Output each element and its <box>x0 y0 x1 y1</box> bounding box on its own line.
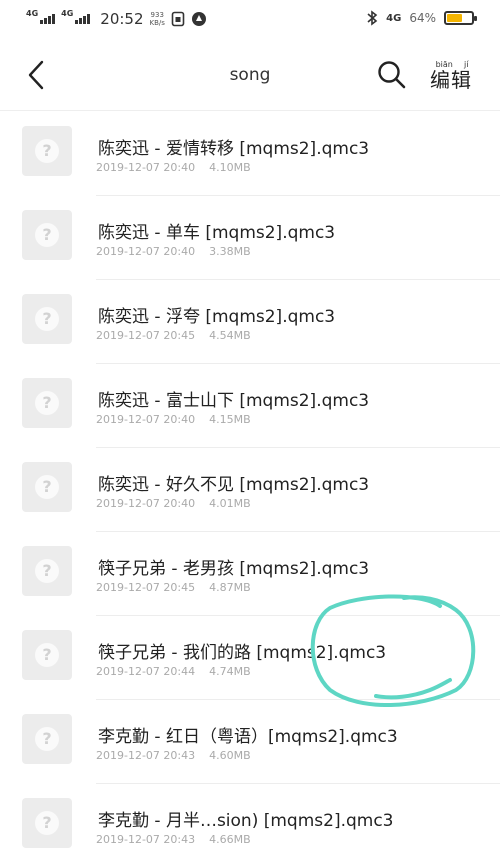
file-thumbnail: ? <box>22 126 72 176</box>
file-meta: 2019-12-07 20:40 3.38MB <box>96 245 251 258</box>
status-right: 4G 64% <box>366 10 477 26</box>
file-name: 筷子兄弟 - 我们的路 [mqms2].qmc3 <box>98 643 387 663</box>
file-meta: 2019-12-07 20:44 4.74MB <box>96 665 251 678</box>
file-list-item[interactable]: ? 陈奕迅 - 富士山下 [mqms2].qmc3 2019-12-07 20:40… <box>22 364 500 448</box>
battery-icon <box>444 11 477 25</box>
speed-unit: KB/s <box>149 19 165 27</box>
bluetooth-icon <box>367 10 378 26</box>
network-type-3: 4G <box>386 12 402 24</box>
file-thumbnail: ? <box>22 546 72 596</box>
file-size: 4.66MB <box>209 833 251 846</box>
app-notification-icon <box>191 12 206 26</box>
question-mark-icon: ? <box>35 307 59 331</box>
file-date: 2019-12-07 20:40 <box>96 497 196 510</box>
file-name: 陈奕迅 - 富士山下 [mqms2].qmc3 <box>98 391 370 411</box>
network-speed: 933 KB/s <box>150 11 165 27</box>
question-mark-icon: ? <box>35 139 59 163</box>
file-meta: 2019-12-07 20:45 4.87MB <box>96 581 251 594</box>
question-mark-icon: ? <box>35 727 59 751</box>
file-list: ? 陈奕迅 - 爱情转移 [mqms2].qmc3 2019-12-07 20:40… <box>0 112 500 867</box>
file-size: 4.15MB <box>209 413 251 426</box>
file-date: 2019-12-07 20:44 <box>96 665 196 678</box>
file-meta: 2019-12-07 20:40 4.15MB <box>96 413 251 426</box>
edit-label: 编辑 <box>430 68 472 92</box>
page-title: song <box>229 65 271 85</box>
file-list-item[interactable]: ? 陈奕迅 - 好久不见 [mqms2].qmc3 2019-12-07 20:40… <box>22 448 500 532</box>
file-list-item[interactable]: ? 筷子兄弟 - 老男孩 [mqms2].qmc3 2019-12-07 20:45… <box>22 532 500 616</box>
file-date: 2019-12-07 20:45 <box>96 329 196 342</box>
top-bar: song biān jí 编辑 <box>0 40 500 110</box>
header-divider <box>0 110 500 111</box>
file-size: 4.10MB <box>209 161 251 174</box>
network-type-2: 4G <box>61 9 74 18</box>
file-meta: 2019-12-07 20:43 4.66MB <box>96 833 251 846</box>
signal-icon: 4G <box>26 10 56 24</box>
file-meta: 2019-12-07 20:43 4.60MB <box>96 749 251 762</box>
file-size: 4.74MB <box>209 665 251 678</box>
file-date: 2019-12-07 20:40 <box>96 413 196 426</box>
file-size: 4.87MB <box>209 581 251 594</box>
question-mark-icon: ? <box>35 643 59 667</box>
question-mark-icon: ? <box>35 475 59 499</box>
question-mark-icon: ? <box>35 559 59 583</box>
file-meta: 2019-12-07 20:45 4.54MB <box>96 329 251 342</box>
file-size: 4.54MB <box>209 329 251 342</box>
file-list-item[interactable]: ? 陈奕迅 - 浮夸 [mqms2].qmc3 2019-12-07 20:45 4.… <box>22 280 500 364</box>
file-name: 陈奕迅 - 单车 [mqms2].qmc3 <box>98 223 336 243</box>
file-size: 4.01MB <box>209 497 251 510</box>
speed-value: 933 <box>150 11 164 19</box>
signal-icon-2: 4G <box>61 10 91 24</box>
file-thumbnail: ? <box>22 798 72 848</box>
file-date: 2019-12-07 20:40 <box>96 245 196 258</box>
file-name: 陈奕迅 - 浮夸 [mqms2].qmc3 <box>98 307 336 327</box>
file-name: 筷子兄弟 - 老男孩 [mqms2].qmc3 <box>98 559 370 579</box>
status-bar: 4G 4G 20:52 933 KB/s 4G 64% <box>0 0 500 40</box>
file-list-item[interactable]: ? 筷子兄弟 - 我们的路 [mqms2].qmc3 2019-12-07 20:4… <box>22 616 500 700</box>
file-date: 2019-12-07 20:43 <box>96 833 196 846</box>
question-mark-icon: ? <box>35 811 59 835</box>
file-meta: 2019-12-07 20:40 4.01MB <box>96 497 251 510</box>
file-date: 2019-12-07 20:45 <box>96 581 196 594</box>
file-thumbnail: ? <box>22 714 72 764</box>
file-thumbnail: ? <box>22 210 72 260</box>
file-name: 陈奕迅 - 爱情转移 [mqms2].qmc3 <box>98 139 370 159</box>
file-size: 3.38MB <box>209 245 251 258</box>
battery-percent: 64% <box>409 11 436 25</box>
status-time: 20:52 <box>100 10 144 28</box>
file-list-item[interactable]: ? 李克勤 - 月半…sion) [mqms2].qmc3 2019-12-07 2… <box>22 784 500 867</box>
file-meta: 2019-12-07 20:40 4.10MB <box>96 161 251 174</box>
file-thumbnail: ? <box>22 630 72 680</box>
battery-fill <box>447 14 463 22</box>
file-thumbnail: ? <box>22 462 72 512</box>
question-mark-icon: ? <box>35 223 59 247</box>
file-date: 2019-12-07 20:40 <box>96 161 196 174</box>
file-date: 2019-12-07 20:43 <box>96 749 196 762</box>
status-left: 4G 4G 20:52 933 KB/s <box>26 10 207 28</box>
file-list-item[interactable]: ? 李克勤 - 红日（粤语）[mqms2].qmc3 2019-12-07 20:4… <box>22 700 500 784</box>
question-mark-icon: ? <box>35 391 59 415</box>
network-type-1: 4G <box>26 9 39 18</box>
file-thumbnail: ? <box>22 378 72 428</box>
search-icon <box>378 61 406 89</box>
file-list-item[interactable]: ? 陈奕迅 - 爱情转移 [mqms2].qmc3 2019-12-07 20:40… <box>22 112 500 196</box>
file-list-item[interactable]: ? 陈奕迅 - 单车 [mqms2].qmc3 2019-12-07 20:40 3.… <box>22 196 500 280</box>
edit-button[interactable]: biān jí 编辑 <box>430 60 480 94</box>
search-button[interactable] <box>376 59 408 91</box>
file-thumbnail: ? <box>22 294 72 344</box>
file-name: 李克勤 - 月半…sion) [mqms2].qmc3 <box>98 811 394 831</box>
file-name: 李克勤 - 红日（粤语）[mqms2].qmc3 <box>98 727 398 747</box>
file-name: 陈奕迅 - 好久不见 [mqms2].qmc3 <box>98 475 370 495</box>
sim-card-icon <box>171 11 185 27</box>
file-size: 4.60MB <box>209 749 251 762</box>
